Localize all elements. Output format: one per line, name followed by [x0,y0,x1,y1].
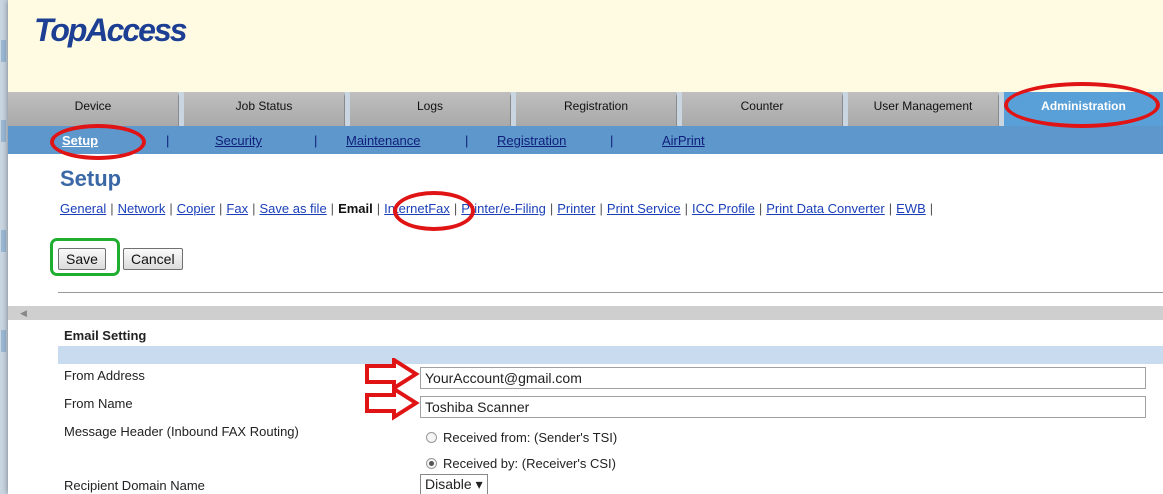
subnav-separator: | [314,133,318,148]
cat-print-service[interactable]: Print Service [607,201,681,216]
subnav-setup[interactable]: Setup [62,133,98,148]
page-title: Setup [60,166,122,191]
radio-button-icon[interactable] [426,432,437,443]
tab-logs[interactable]: Logs [350,92,518,126]
tab-administration[interactable]: Administration [1004,92,1163,126]
subnav-registration[interactable]: Registration [497,133,566,148]
recipient-domain-select[interactable]: Disable ▾ [420,474,488,494]
tab-device[interactable]: Device [8,92,186,126]
dropdown-arrow-icon: ▾ [475,476,483,492]
subnav-security[interactable]: Security [215,133,262,148]
cat-fax[interactable]: Fax [226,201,248,216]
cat-printer[interactable]: Printer [557,201,595,216]
sub-navigation: Setup | Security | Maintenance | Registr… [8,126,1163,154]
tab-counter[interactable]: Counter [682,92,850,126]
category-nav: General | Network | Copier | Fax | Save as file |… [60,201,934,216]
cancel-button[interactable]: Cancel [123,248,183,270]
radio-button-selected-icon[interactable] [426,458,437,469]
radio-received-by[interactable]: Received by: (Receiver's CSI) [426,456,616,471]
from-name-field[interactable]: Toshiba Scanner [420,396,1146,418]
cat-printer-efiling[interactable]: Printer/e-Filing [461,201,546,216]
cat-email[interactable]: Email [338,201,373,216]
section-band [58,346,1163,364]
subnav-maintenance[interactable]: Maintenance [346,133,420,148]
cat-save-as-file[interactable]: Save as file [259,201,326,216]
save-button[interactable]: Save [58,248,106,270]
radio-received-from[interactable]: Received from: (Sender's TSI) [426,430,617,445]
cat-icc-profile[interactable]: ICC Profile [692,201,755,216]
arrow-icon [365,358,420,421]
from-name-label: From Name [64,396,133,411]
recipient-domain-label: Recipient Domain Name [64,478,205,493]
tab-user-management[interactable]: User Management [848,92,1006,126]
main-tabs: Device Job Status Logs Registration Coun… [8,92,1163,126]
tab-job-status[interactable]: Job Status [184,92,352,126]
cat-copier[interactable]: Copier [177,201,215,216]
browser-page: TopAccess Device Job Status Logs Registr… [8,0,1163,494]
from-address-field[interactable]: YourAccount@gmail.com [420,367,1146,389]
cat-print-data-converter[interactable]: Print Data Converter [766,201,885,216]
subnav-separator: | [166,133,170,148]
scroll-left-icon[interactable]: ◀ [20,308,27,319]
topaccess-logo: TopAccess [34,12,188,48]
subnav-separator: | [610,133,614,148]
section-title: Email Setting [64,328,147,343]
left-edge [0,0,8,494]
subnav-separator: | [465,133,469,148]
message-header-label: Message Header (Inbound FAX Routing) [64,424,299,439]
subnav-airprint[interactable]: AirPrint [662,133,705,148]
cat-ewb[interactable]: EWB [896,201,926,216]
divider [58,292,1163,293]
cat-internetfax[interactable]: InternetFax [384,201,450,216]
horizontal-scrollbar[interactable]: ◀ [8,306,1163,320]
cat-general[interactable]: General [60,201,106,216]
tab-registration[interactable]: Registration [516,92,684,126]
header-banner: TopAccess [8,0,1163,92]
from-address-label: From Address [64,368,145,383]
cat-network[interactable]: Network [118,201,166,216]
